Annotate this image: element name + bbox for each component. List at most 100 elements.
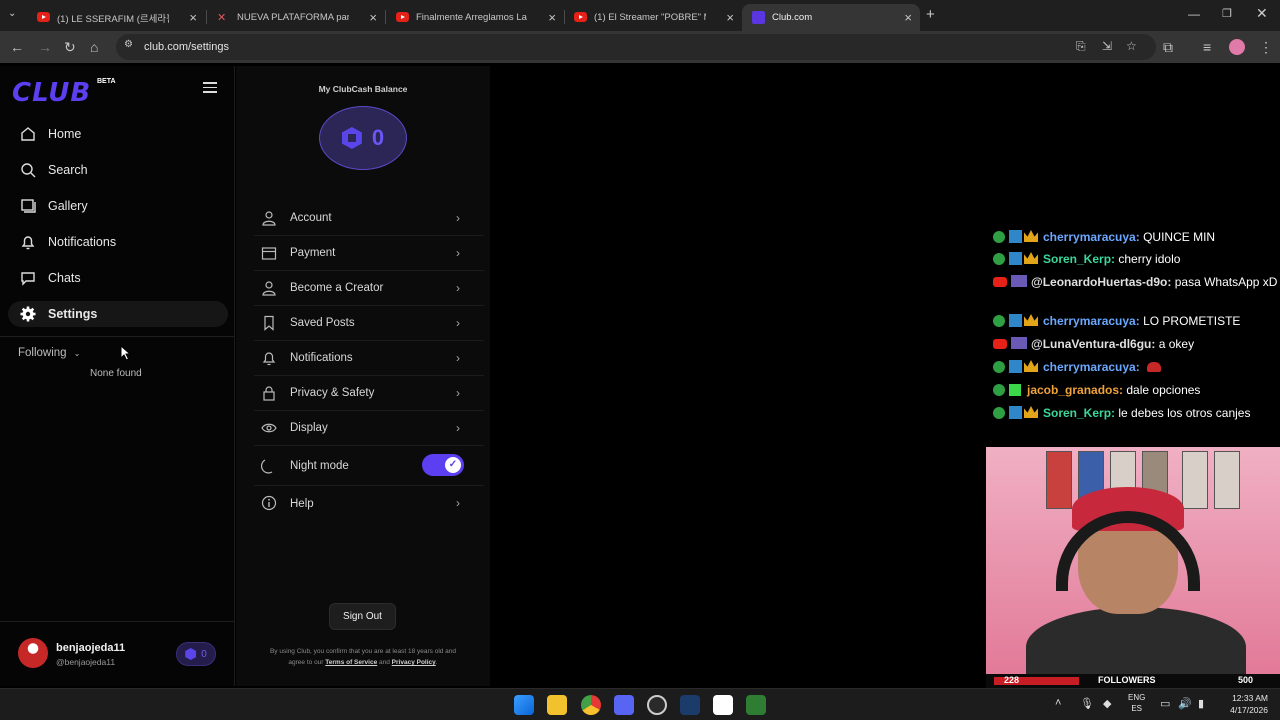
notion-icon[interactable] bbox=[713, 695, 733, 715]
sidebar-item-chats[interactable]: Chats bbox=[8, 265, 228, 291]
address-bar[interactable]: ⚙ club.com/settings ⎘ ⇲ ☆ bbox=[116, 34, 1156, 60]
sidebar-item-notifications[interactable]: Notifications bbox=[8, 229, 228, 255]
terms-text: By using Club, you confirm that you are … bbox=[261, 646, 465, 668]
privacy-policy-link[interactable]: Privacy Policy bbox=[392, 659, 436, 666]
browser-tab-1[interactable]: (1) LE SSERAFIM (르세라핌) 'Co × bbox=[27, 4, 205, 31]
chevron-right-icon: › bbox=[456, 386, 460, 400]
chat-username: cherrymaracuya: bbox=[1043, 360, 1140, 374]
bell-icon bbox=[21, 236, 35, 250]
close-icon[interactable]: × bbox=[548, 10, 556, 25]
minimize-icon[interactable]: — bbox=[1188, 7, 1200, 21]
chat-text: LO PROMETISTE bbox=[1143, 314, 1241, 328]
sidebar-item-gallery[interactable]: Gallery bbox=[8, 193, 228, 219]
home-icon[interactable]: ⌂ bbox=[90, 39, 98, 55]
menu-icon[interactable]: ⋮ bbox=[1259, 39, 1273, 56]
bookmark-star-icon[interactable]: ☆ bbox=[1126, 39, 1137, 53]
close-icon[interactable]: × bbox=[726, 10, 734, 25]
search-icon bbox=[21, 163, 36, 178]
terms-suffix: . bbox=[435, 659, 438, 666]
settings-row-become-creator[interactable]: Become a Creator › bbox=[254, 271, 484, 306]
settings-row-help[interactable]: Help › bbox=[254, 486, 484, 521]
forward-icon[interactable]: → bbox=[38, 39, 52, 55]
crown-icon bbox=[1024, 360, 1038, 372]
settings-row-label: Become a Creator bbox=[290, 282, 384, 294]
profile-avatar-icon[interactable] bbox=[1229, 39, 1245, 55]
battery-icon[interactable]: ▮ bbox=[1198, 697, 1204, 710]
night-mode-toggle[interactable]: ✓ bbox=[422, 454, 464, 476]
restore-icon[interactable]: ❐ bbox=[1222, 7, 1232, 20]
following-dropdown[interactable]: Following ⌄ bbox=[18, 347, 80, 359]
avatar[interactable] bbox=[18, 638, 48, 668]
chat-username: Soren_Kerp: bbox=[1043, 406, 1116, 420]
windows-start-icon[interactable] bbox=[514, 695, 534, 715]
settings-row-privacy-safety[interactable]: Privacy & Safety › bbox=[254, 376, 484, 411]
chat-text: dale opciones bbox=[1126, 383, 1201, 397]
divider bbox=[0, 336, 235, 337]
clubcash-pill[interactable]: 0 bbox=[176, 642, 216, 666]
tab-title: Finalmente Arreglamos La Casa bbox=[416, 12, 528, 23]
sidebar-item-home[interactable]: Home bbox=[8, 121, 228, 147]
extensions-icon[interactable]: ⧉ bbox=[1163, 39, 1173, 56]
close-icon[interactable]: × bbox=[189, 10, 197, 25]
discord-icon[interactable] bbox=[614, 695, 634, 715]
poster bbox=[1182, 451, 1208, 509]
new-tab-button[interactable]: + bbox=[926, 6, 935, 23]
steam-icon[interactable] bbox=[680, 695, 700, 715]
sign-out-button[interactable]: Sign Out bbox=[329, 603, 396, 630]
chevron-up-icon[interactable]: ˄ bbox=[1055, 697, 1061, 709]
clubcash-balance[interactable]: 0 bbox=[319, 106, 407, 170]
browser-tab-2[interactable]: ✕ NUEVA PLATAFORMA para × bbox=[207, 4, 385, 31]
chat-message: @LunaVentura-dl6gu: a okey bbox=[993, 336, 1280, 352]
app-tray-icon[interactable]: ◆ bbox=[1103, 697, 1111, 710]
kick-icon bbox=[993, 384, 1005, 396]
close-icon[interactable]: × bbox=[369, 10, 377, 25]
browser-tab-4[interactable]: (1) El Streamer "POBRE" Más M × bbox=[564, 4, 742, 31]
settings-row-account[interactable]: Account › bbox=[254, 201, 484, 236]
stream-followers-bar: 228 FOLLOWERS 500 bbox=[986, 674, 1280, 688]
translate-icon[interactable]: ⎘ bbox=[1076, 39, 1086, 54]
install-icon[interactable]: ⇲ bbox=[1102, 39, 1112, 53]
settings-row-saved-posts[interactable]: Saved Posts › bbox=[254, 306, 484, 341]
language-indicator[interactable]: ENG ES bbox=[1128, 692, 1145, 714]
settings-row-night-mode: Night mode ✓ bbox=[254, 446, 484, 486]
window-close-icon[interactable]: ✕ bbox=[1256, 5, 1268, 22]
clock[interactable]: 12:33 AM 4/17/2026 bbox=[1220, 692, 1268, 716]
network-icon[interactable]: ▭ bbox=[1160, 697, 1170, 710]
settings-row-label: Privacy & Safety bbox=[290, 387, 375, 399]
microphone-icon[interactable]: 🎙 bbox=[1080, 697, 1094, 710]
terms-of-service-link[interactable]: Terms of Service bbox=[325, 659, 377, 666]
hamburger-menu-icon[interactable] bbox=[203, 82, 217, 96]
chevron-right-icon: › bbox=[456, 351, 460, 365]
profile-card[interactable]: benjaojeda11 @benjaojeda11 0 bbox=[0, 621, 235, 686]
settings-row-payment[interactable]: Payment › bbox=[254, 236, 484, 271]
chat-username: @LeonardoHuertas-d9o: bbox=[1031, 275, 1172, 289]
tab-search-icon[interactable]: ⌄ bbox=[8, 8, 16, 19]
media-icon[interactable]: ≡ bbox=[1203, 39, 1211, 55]
youtube-icon bbox=[993, 277, 1007, 287]
back-icon[interactable]: ← bbox=[10, 39, 24, 55]
date: 4/17/2026 bbox=[1230, 705, 1268, 715]
close-icon[interactable]: × bbox=[904, 10, 912, 25]
time: 12:33 AM bbox=[1232, 693, 1268, 703]
volume-icon[interactable]: 🔊 bbox=[1178, 697, 1192, 710]
settings-row-label: Payment bbox=[290, 247, 336, 259]
badge-icon bbox=[1009, 384, 1021, 396]
sidebar-item-settings[interactable]: Settings bbox=[8, 301, 228, 327]
reload-icon[interactable]: ↻ bbox=[64, 39, 76, 56]
browser-tab-3[interactable]: Finalmente Arreglamos La Casa × bbox=[386, 4, 564, 31]
bookmark-icon bbox=[264, 315, 274, 331]
obs-icon[interactable] bbox=[647, 695, 667, 715]
site-info-icon[interactable]: ⚙ bbox=[124, 39, 133, 50]
settings-row-notifications[interactable]: Notifications › bbox=[254, 341, 484, 376]
app-icon[interactable] bbox=[746, 695, 766, 715]
balance-value: 0 bbox=[371, 125, 385, 150]
member-badge-icon bbox=[1011, 275, 1027, 287]
file-explorer-icon[interactable] bbox=[547, 695, 567, 715]
chrome-icon[interactable] bbox=[581, 695, 601, 715]
browser-tab-active[interactable]: Club.com × bbox=[742, 4, 920, 31]
club-logo[interactable]: CLUB bbox=[12, 80, 91, 106]
windows-taskbar: ˄ 🎙 ◆ ENG ES ▭ 🔊 ▮ 12:33 AM 4/17/2026 bbox=[0, 688, 1280, 720]
sidebar-item-search[interactable]: Search bbox=[8, 157, 228, 183]
chat-username: cherrymaracuya: bbox=[1043, 230, 1140, 244]
settings-row-display[interactable]: Display › bbox=[254, 411, 484, 446]
